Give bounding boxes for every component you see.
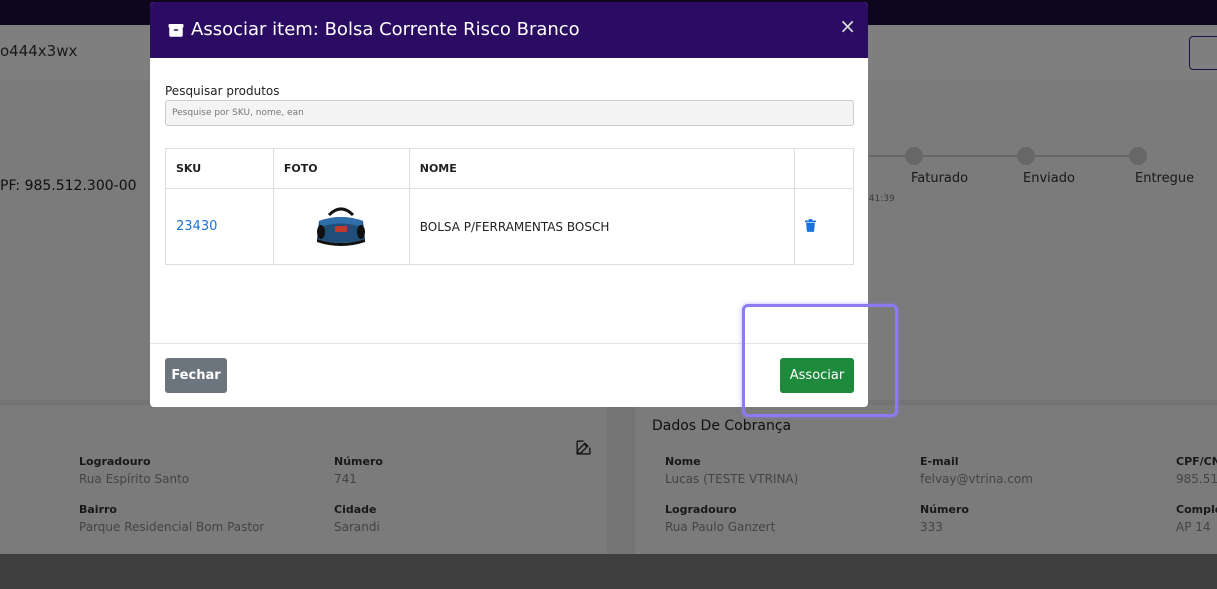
column-header-foto: FOTO	[272, 148, 410, 189]
table-row: 23430 BOLSA P/FERRAMENTAS BOSCH	[165, 188, 854, 265]
modal-title-text: Associar item: Bolsa Corrente Risco Bran…	[191, 19, 580, 40]
modal-footer-divider	[150, 343, 868, 344]
trash-icon[interactable]	[805, 218, 817, 232]
close-icon[interactable]: ×	[839, 16, 856, 36]
search-label: Pesquisar produtos	[165, 84, 280, 98]
close-button[interactable]: Fechar	[165, 358, 227, 393]
search-input[interactable]	[165, 100, 854, 126]
column-header-actions	[794, 148, 854, 189]
cell-photo	[272, 188, 410, 265]
cell-name: BOLSA P/FERRAMENTAS BOSCH	[408, 188, 796, 265]
column-header-nome: NOME	[408, 148, 796, 189]
cell-actions	[794, 188, 854, 265]
box-icon	[168, 23, 184, 37]
modal-backdrop-bottom	[0, 554, 1217, 589]
associate-button[interactable]: Associar	[780, 358, 854, 393]
associate-item-modal: Associar item: Bolsa Corrente Risco Bran…	[150, 2, 868, 407]
cell-sku: 23430	[165, 188, 274, 265]
products-table: SKU FOTO NOME 23430 BOLSA P/FERRAMENTAS …	[165, 148, 854, 265]
column-header-sku: SKU	[165, 148, 274, 189]
modal-header: Associar item: Bolsa Corrente Risco Bran…	[150, 2, 868, 58]
table-header-row: SKU FOTO NOME	[165, 148, 854, 189]
tool-bag-image	[317, 207, 366, 246]
sku-link[interactable]: 23430	[176, 219, 217, 234]
modal-title: Associar item: Bolsa Corrente Risco Bran…	[167, 19, 580, 40]
